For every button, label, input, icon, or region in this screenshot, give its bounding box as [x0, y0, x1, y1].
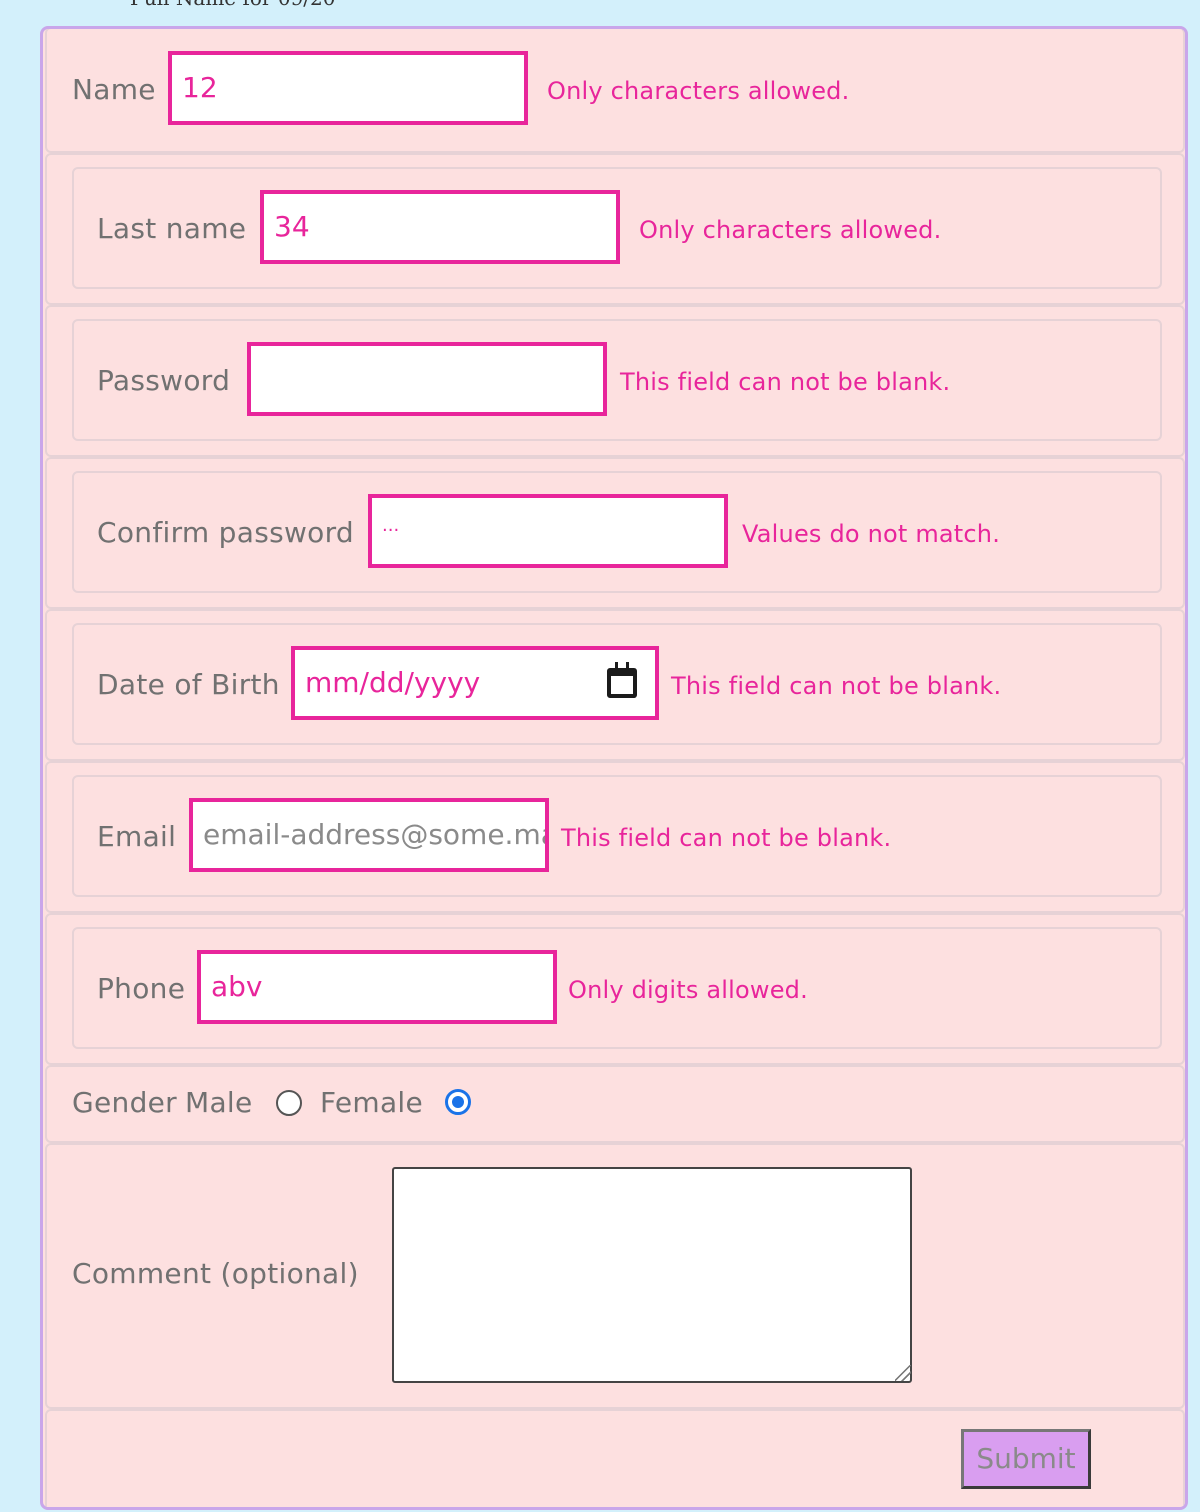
dob-error: This field can not be blank.	[671, 672, 1002, 700]
password-label: Password	[97, 364, 231, 397]
dob-placeholder: mm/dd/yyyy	[305, 666, 481, 699]
registration-form: Name 12 Only characters allowed. Last na…	[40, 26, 1188, 1510]
password-group: Password This field can not be blank.	[72, 319, 1162, 441]
gender-option-male-label: Male	[185, 1086, 253, 1119]
email-input[interactable]: email-address@some.mail	[189, 798, 549, 872]
confirm-password-input[interactable]: ···	[368, 494, 728, 568]
gender-label: Gender	[72, 1086, 177, 1119]
gender-option-female-label: Female	[320, 1086, 424, 1119]
password-row: Password This field can not be blank.	[45, 305, 1185, 457]
last-name-input[interactable]: 34	[260, 190, 620, 264]
email-group: Email email-address@some.mail This field…	[72, 775, 1162, 897]
last-name-group: Last name 34 Only characters allowed.	[72, 167, 1162, 289]
submit-row: Submit	[45, 1409, 1185, 1507]
page-header-text: Full Name for 09/20	[130, 0, 336, 10]
phone-label: Phone	[97, 972, 186, 1005]
name-label: Name	[72, 73, 156, 106]
resize-handle-icon[interactable]	[895, 1365, 911, 1381]
email-error: This field can not be blank.	[561, 824, 892, 852]
password-error: This field can not be blank.	[620, 368, 951, 396]
submit-button[interactable]: Submit	[961, 1429, 1091, 1489]
confirm-password-group: Confirm password ··· Values do not match…	[72, 471, 1162, 593]
comment-label: Comment (optional)	[72, 1257, 359, 1290]
email-label: Email	[97, 820, 177, 853]
last-name-row: Last name 34 Only characters allowed.	[45, 153, 1185, 305]
email-row: Email email-address@some.mail This field…	[45, 761, 1185, 913]
confirm-password-row: Confirm password ··· Values do not match…	[45, 457, 1185, 609]
dob-label: Date of Birth	[97, 668, 280, 701]
dob-group: Date of Birth mm/dd/yyyy This field can …	[72, 623, 1162, 745]
confirm-password-label: Confirm password	[97, 516, 354, 549]
last-name-label: Last name	[97, 212, 247, 245]
comment-row: Comment (optional)	[45, 1143, 1185, 1409]
name-input[interactable]: 12	[168, 51, 528, 125]
phone-error: Only digits allowed.	[568, 976, 808, 1004]
phone-row: Phone abv Only digits allowed.	[45, 913, 1185, 1065]
confirm-password-error: Values do not match.	[742, 520, 1001, 548]
gender-row: Gender Male Female	[45, 1065, 1185, 1143]
dob-row: Date of Birth mm/dd/yyyy This field can …	[45, 609, 1185, 761]
phone-input[interactable]: abv	[197, 950, 557, 1024]
comment-textarea[interactable]	[392, 1167, 912, 1383]
gender-female-radio[interactable]	[445, 1089, 471, 1115]
name-row: Name 12 Only characters allowed.	[45, 29, 1185, 153]
phone-group: Phone abv Only digits allowed.	[72, 927, 1162, 1049]
name-error: Only characters allowed.	[547, 77, 850, 105]
last-name-error: Only characters allowed.	[639, 216, 942, 244]
password-input[interactable]	[247, 342, 607, 416]
dob-input[interactable]: mm/dd/yyyy	[291, 646, 659, 720]
calendar-icon[interactable]	[607, 662, 637, 698]
gender-male-radio[interactable]	[276, 1090, 302, 1116]
